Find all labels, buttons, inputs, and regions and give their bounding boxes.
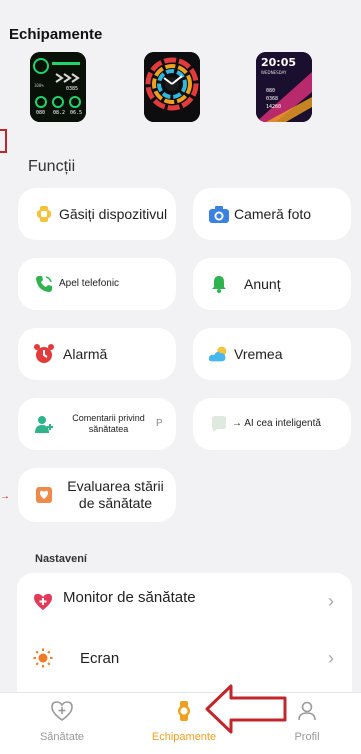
tab-health[interactable]: Sănătate	[12, 699, 112, 749]
health-comments-label: Comentarii privind sănătatea	[72, 413, 145, 434]
notification-tile[interactable]: Anunț	[193, 258, 351, 310]
bell-icon	[208, 273, 230, 295]
screen-label: Ecran	[80, 650, 120, 667]
annotation-arrow-small: →	[0, 491, 10, 502]
find-device-icon	[33, 203, 55, 225]
watchface-1-battery: 100%	[34, 83, 44, 88]
alarm-tile[interactable]: Alarmă	[18, 328, 176, 380]
watchface-1-value-1: 080	[36, 110, 45, 116]
find-device-tile[interactable]: Găsiți dispozitivul	[18, 188, 176, 240]
page-title: Echipamente	[9, 26, 103, 43]
watchface-3-value-1: 080	[266, 88, 275, 94]
watchface-3-value-2: 0368	[266, 96, 278, 102]
watchface-3[interactable]: 20:05 WEDNESDAY 080 0368 14260	[256, 52, 312, 122]
phone-icon	[33, 273, 55, 295]
phone-call-tile[interactable]: Apel telefonic	[18, 258, 176, 310]
watch-tab-icon	[172, 699, 196, 723]
annotation-arrow-large	[205, 684, 287, 734]
camera-label: Cameră foto	[234, 205, 312, 222]
ai-icon	[208, 413, 230, 435]
health-evaluation-icon	[33, 484, 55, 506]
chevron-right-icon: ›	[328, 591, 334, 611]
notification-label: Anunț	[244, 275, 281, 292]
health-monitor-row[interactable]: Monitor de sănătate ›	[17, 573, 352, 625]
weather-tile[interactable]: Vremea	[193, 328, 351, 380]
watchface-3-day: WEDNESDAY	[261, 70, 287, 75]
ai-tile[interactable]: → AI cea inteligentă	[193, 398, 351, 450]
alarm-icon	[33, 343, 55, 365]
health-tab-icon	[50, 699, 74, 723]
find-device-label: Găsiți dispozitivul	[59, 205, 168, 222]
phone-call-label: Apel telefonic	[59, 278, 120, 289]
camera-tile[interactable]: Cameră foto	[193, 188, 351, 240]
brightness-icon	[33, 648, 53, 668]
settings-card: Monitor de sănătate › Ecran ›	[17, 573, 352, 693]
profile-tab-icon	[295, 699, 319, 723]
watchface-2[interactable]	[144, 52, 200, 122]
watchface-1-value-3: 06.5	[70, 110, 82, 116]
watchface-carousel[interactable]: 100% 0385 080 08.2 06.5 20:05 WEDNESDAY	[30, 52, 350, 124]
watchface-1-steps: 0385	[66, 86, 78, 92]
watchface-1-value-2: 08.2	[53, 110, 65, 116]
weather-icon	[208, 343, 230, 365]
health-comments-suffix: P	[156, 418, 163, 429]
settings-section-label: Nastavení	[35, 553, 87, 565]
chevron-right-icon: ›	[328, 648, 334, 668]
watchface-3-value-3: 14260	[266, 104, 281, 110]
watchface-3-time: 20:05	[261, 56, 296, 69]
watchface-1[interactable]: 100% 0385 080 08.2 06.5	[30, 52, 86, 122]
health-comments-tile[interactable]: Comentarii privind sănătatea P	[18, 398, 176, 450]
bottom-tab-bar: Sănătate Echipamente Profil	[0, 692, 361, 754]
screen-row[interactable]: Ecran ›	[17, 631, 352, 683]
camera-icon	[208, 203, 230, 225]
heart-plus-icon	[33, 592, 53, 612]
functions-label: Funcții	[28, 158, 76, 175]
weather-label: Vremea	[234, 345, 283, 362]
ai-label: → AI cea inteligentă	[232, 418, 321, 429]
health-monitor-label: Monitor de sănătate	[63, 589, 196, 606]
annotation-bracket	[0, 129, 7, 153]
alarm-label: Alarmă	[63, 345, 108, 362]
tab-health-label: Sănătate	[39, 731, 85, 743]
health-comment-icon	[33, 413, 55, 435]
health-evaluation-tile[interactable]: Evaluarea stării de sănătate	[18, 468, 176, 522]
health-evaluation-label: Evaluarea stării de sănătate	[67, 478, 164, 511]
